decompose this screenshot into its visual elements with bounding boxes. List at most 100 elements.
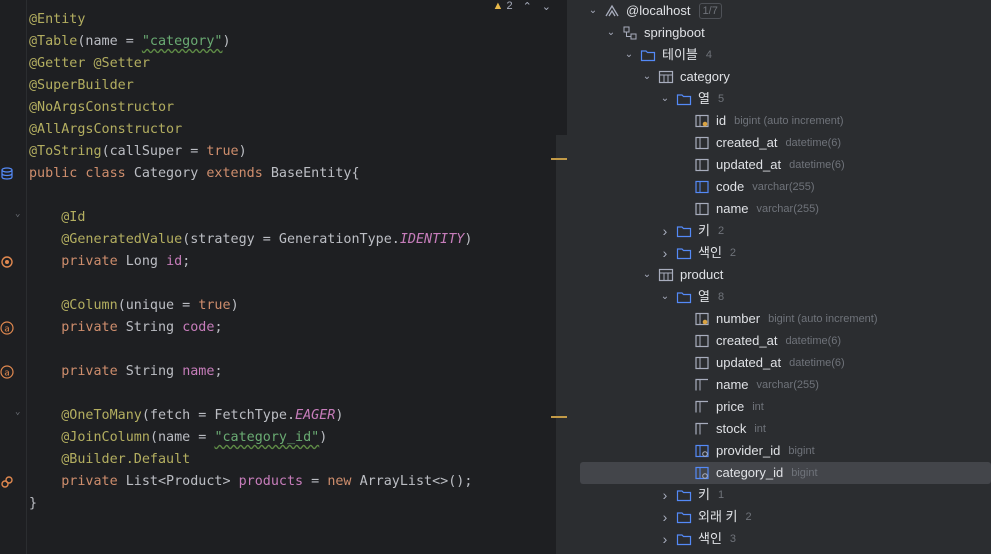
code-line[interactable]: @GeneratedValue(strategy = GenerationTyp… (29, 229, 472, 251)
code-line[interactable] (29, 383, 472, 405)
code-line[interactable]: @SuperBuilder (29, 75, 472, 97)
code-line[interactable] (29, 273, 472, 295)
code-line[interactable]: @Entity (29, 9, 472, 31)
tree-row[interactable]: created_at datetime(6) (676, 132, 841, 154)
tree-row[interactable]: ⌄ category (640, 66, 730, 88)
tree-row[interactable]: ⌄ 열 5 (658, 88, 724, 110)
code-token: private (61, 474, 126, 489)
code-line[interactable]: @OneToMany(fetch = FetchType.EAGER) (29, 405, 472, 427)
chevron-right-icon[interactable]: › (658, 220, 672, 242)
tree-row[interactable]: name varchar(255) (676, 198, 819, 220)
code-token: (fetch = FetchType. (141, 408, 296, 423)
tree-row[interactable]: › 외래 키 2 (658, 506, 752, 528)
tree-row[interactable]: updated_at datetime(6) (676, 352, 845, 374)
tree-row[interactable]: ⌄ 열 8 (658, 286, 724, 308)
chevron-down-icon[interactable]: ⌄ (658, 286, 672, 308)
tree-label: code (716, 179, 745, 194)
code-token: products (238, 474, 304, 489)
tree-row[interactable]: › 키 1 (658, 484, 724, 506)
chevron-right-icon[interactable]: › (658, 528, 672, 550)
chevron-down-icon[interactable]: ⌄ (640, 66, 654, 88)
code-line[interactable] (29, 339, 472, 361)
code-line[interactable]: public class Category extends BaseEntity… (29, 163, 472, 185)
code-line[interactable]: private Long id; (29, 251, 472, 273)
tree-meta: 2 (717, 225, 725, 237)
tree-row[interactable]: ⌄ product (640, 264, 724, 286)
tree-row[interactable]: id bigint (auto increment) (676, 110, 844, 132)
tree-row[interactable]: ⌄ springboot (604, 22, 705, 44)
code-line[interactable]: @AllArgsConstructor (29, 119, 472, 141)
code-token: true (206, 144, 239, 159)
next-highlight-icon[interactable]: ⌄ (542, 0, 551, 13)
annotation-field-icon[interactable]: a (0, 321, 14, 335)
code-line[interactable]: @Column(unique = true) (29, 295, 472, 317)
code-token: Long (125, 254, 167, 269)
code-line[interactable]: @Id (29, 207, 472, 229)
code-token: ) (230, 298, 239, 313)
code-token: @Column (61, 298, 118, 313)
code-token: private (61, 364, 126, 379)
chevron-right-icon[interactable]: › (658, 506, 672, 528)
tree-row[interactable]: › 색인 3 (658, 528, 736, 550)
tree-row[interactable]: code varchar(255) (676, 176, 815, 198)
scroll-marker[interactable] (551, 158, 567, 160)
chevron-down-icon[interactable]: ⌄ (586, 0, 600, 22)
chevron-down-icon[interactable]: ⌄ (640, 264, 654, 286)
tree-label: category_id (716, 465, 784, 480)
tree-label: number (716, 311, 761, 326)
warning-count: 2 (506, 0, 513, 12)
chevron-right-icon[interactable]: › (658, 484, 672, 506)
fold-marker-icon[interactable]: ⌄ (15, 407, 20, 417)
code-line[interactable]: @Getter @Setter (29, 53, 472, 75)
scroll-marker[interactable] (551, 416, 567, 418)
tree-row[interactable]: ⌄ @localhost 1/7 (586, 0, 722, 22)
id-gear-icon[interactable] (0, 255, 14, 269)
fold-marker-icon[interactable]: ⌄ (15, 209, 20, 219)
tree-label: stock (716, 421, 747, 436)
database-mapping-icon[interactable] (0, 167, 14, 181)
annotation-field-icon[interactable]: a (0, 365, 14, 379)
chevron-down-icon[interactable]: ⌄ (658, 88, 672, 110)
code-line[interactable]: @JoinColumn(name = "category_id") (29, 427, 472, 449)
tree-row[interactable]: ⌄ 테이블 4 (622, 44, 712, 66)
tree-row[interactable]: number bigint (auto increment) (676, 308, 878, 330)
tree-row[interactable]: updated_at datetime(6) (676, 154, 845, 176)
code-token: private (61, 320, 126, 335)
code-line[interactable]: @Table(name = "category") (29, 31, 472, 53)
tree-label: provider_id (716, 443, 781, 458)
relation-link-icon[interactable] (0, 475, 14, 489)
code-line[interactable]: @Builder.Default (29, 449, 472, 471)
code-editor[interactable]: a a ⌄ ⌄ @Entity @Table(name = "category") @Ge… (0, 0, 567, 554)
code-line[interactable]: @ToString(callSuper = true) (29, 141, 472, 163)
tree-label: 열 (698, 91, 710, 106)
editor-scrollbar[interactable] (556, 135, 567, 554)
chevron-down-icon[interactable]: ⌄ (622, 44, 636, 66)
code-line[interactable]: private String name; (29, 361, 472, 383)
code-token: } (29, 496, 38, 511)
prev-highlight-icon[interactable]: ⌃ (523, 0, 532, 13)
code-line[interactable]: @NoArgsConstructor (29, 97, 472, 119)
code-area[interactable]: @Entity @Table(name = "category") @Getter … (29, 9, 472, 515)
tree-label: @localhost (626, 3, 691, 18)
tree-row[interactable]: name varchar(255) (676, 374, 819, 396)
code-line[interactable]: private List<Product> products = new Arr… (29, 471, 472, 493)
tree-row[interactable]: › 색인 2 (658, 242, 736, 264)
tree-row[interactable]: price int (676, 396, 764, 418)
code-token: (name = (77, 34, 142, 49)
chevron-right-icon[interactable]: › (658, 242, 672, 264)
tree-meta: bigint (791, 467, 818, 479)
code-line[interactable]: } (29, 493, 472, 515)
tree-row[interactable]: › 키 2 (658, 220, 724, 242)
code-line[interactable]: private String code; (29, 317, 472, 339)
code-token: @Builder.Default (61, 452, 191, 467)
folder-icon (676, 490, 692, 502)
tree-row[interactable]: created_at datetime(6) (676, 330, 841, 352)
tree-row[interactable]: provider_id bigint (676, 440, 815, 462)
tree-row[interactable]: category_id bigint (676, 462, 818, 484)
warning-indicator[interactable]: ▲ 2 (492, 0, 512, 12)
code-token: id (166, 254, 183, 269)
code-token: = (303, 474, 328, 489)
code-line[interactable] (29, 185, 472, 207)
chevron-down-icon[interactable]: ⌄ (604, 22, 618, 44)
tree-row[interactable]: stock int (676, 418, 766, 440)
